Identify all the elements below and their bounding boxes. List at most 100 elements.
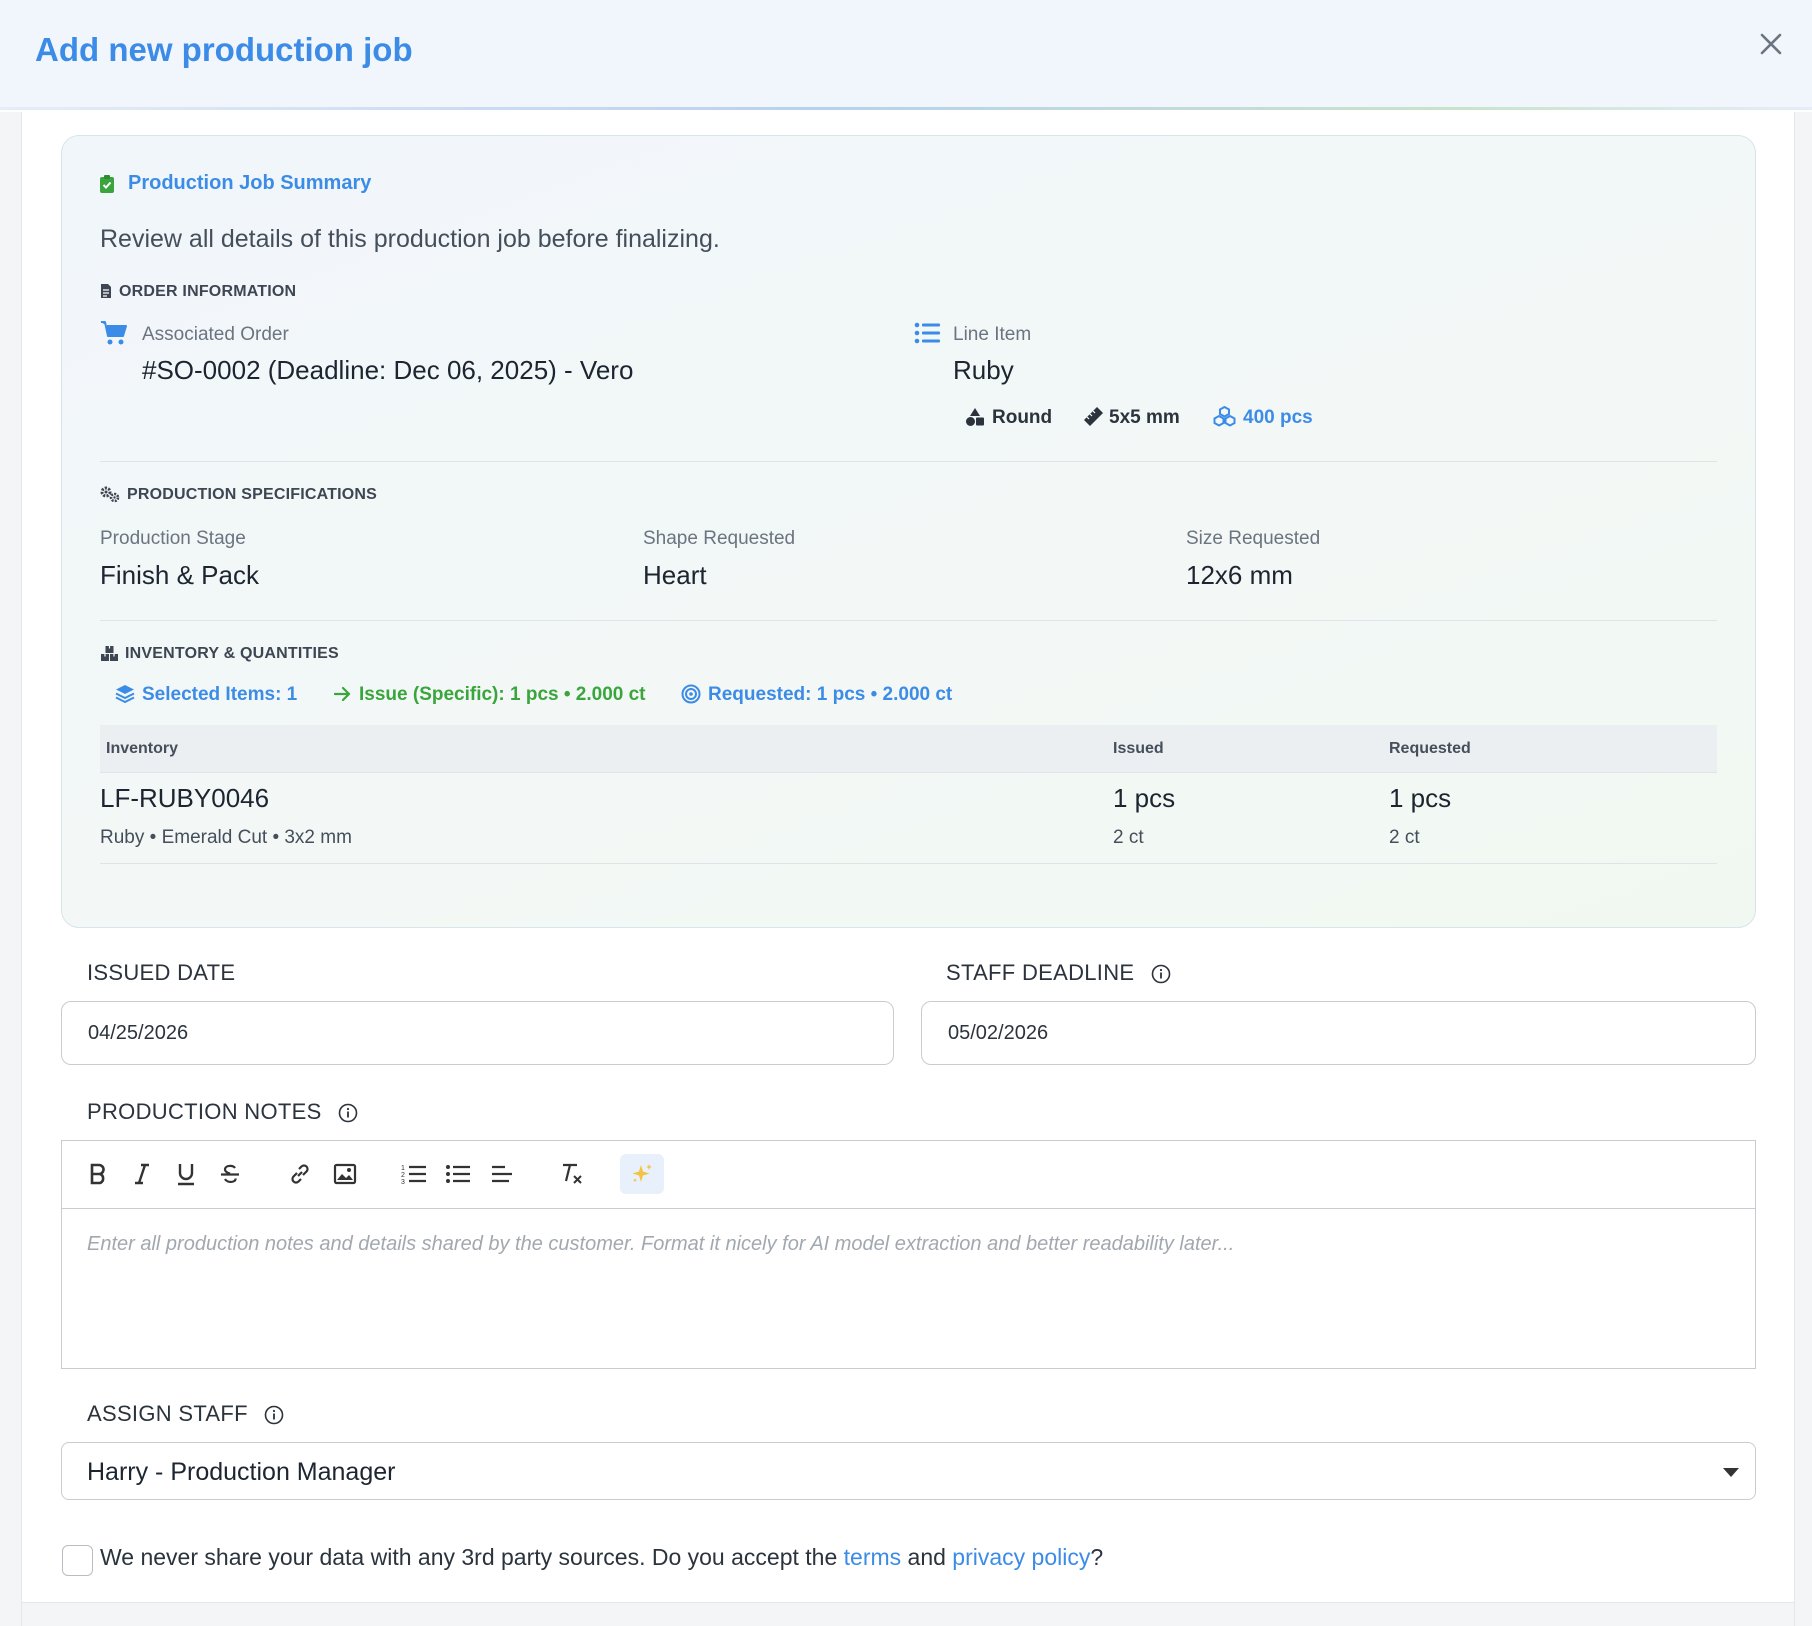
boxes-icon [101, 646, 118, 661]
ruler-icon [1084, 407, 1103, 426]
caret-down-icon [1723, 1468, 1739, 1477]
gears-icon [100, 486, 120, 503]
table-row-divider [100, 863, 1717, 864]
svg-text:1: 1 [401, 1165, 405, 1172]
align-left-icon [492, 1165, 512, 1183]
selected-items-count: Selected Items: 1 [142, 684, 298, 705]
arrow-right-icon [334, 686, 351, 702]
modal-header: Add new production job [0, 0, 1812, 110]
consent-checkbox[interactable] [62, 1545, 93, 1576]
production-notes-label: PRODUCTION NOTES [87, 1099, 358, 1125]
info-icon[interactable] [1151, 964, 1171, 984]
consent-text-and: and [901, 1544, 953, 1570]
scroll-gutter-left [0, 112, 22, 1626]
close-icon [1760, 33, 1782, 55]
link-icon [291, 1164, 309, 1184]
inventory-table-header [100, 725, 1717, 773]
shape-requested-value: Heart [643, 560, 707, 590]
column-header-inventory: Inventory [106, 740, 179, 757]
link-button[interactable] [282, 1155, 318, 1193]
production-specifications-heading: PRODUCTION SPECIFICATIONS [127, 486, 378, 503]
issued-date-label-text: ISSUED DATE [87, 960, 236, 985]
line-item-shape: Round [992, 407, 1053, 428]
close-button[interactable] [1755, 28, 1787, 60]
issued-date-label: ISSUED DATE [87, 960, 235, 986]
bullet-list-button[interactable] [440, 1155, 476, 1193]
privacy-policy-link[interactable]: privacy policy [952, 1544, 1090, 1570]
column-header-issued: Issued [1113, 740, 1164, 757]
notes-placeholder: Enter all production notes and details s… [87, 1233, 1235, 1255]
image-icon [333, 1163, 357, 1185]
cubes-icon [1213, 406, 1236, 427]
strikethrough-button[interactable] [212, 1155, 248, 1193]
line-item-size: 5x5 mm [1109, 407, 1180, 428]
associated-order-value: #SO-0002 (Deadline: Dec 06, 2025) - Vero [142, 355, 634, 385]
italic-button[interactable] [124, 1155, 160, 1193]
line-item-label: Line Item [953, 324, 1032, 345]
issued-date-input[interactable] [61, 1001, 894, 1065]
staff-deadline-input[interactable] [921, 1001, 1756, 1065]
clipboard-check-icon [100, 175, 114, 193]
underline-button[interactable] [168, 1155, 204, 1193]
staff-deadline-label: STAFF DEADLINE [946, 960, 1171, 986]
image-button[interactable] [327, 1155, 363, 1193]
inventory-quantities-heading: INVENTORY & QUANTITIES [125, 645, 339, 662]
modal-footer-edge [22, 1602, 1794, 1626]
header-accent-line [0, 107, 1812, 110]
svg-text:3: 3 [401, 1179, 405, 1185]
clear-format-icon [563, 1163, 582, 1184]
strikethrough-icon [221, 1164, 239, 1184]
info-icon[interactable] [264, 1405, 284, 1425]
summary-description: Review all details of this production jo… [100, 225, 720, 253]
divider [100, 620, 1717, 621]
bold-button[interactable] [80, 1155, 116, 1193]
modal-title: Add new production job [35, 31, 413, 68]
sparkles-icon [632, 1164, 652, 1183]
requested-pcs: 1 pcs [1389, 783, 1452, 813]
target-icon [681, 684, 701, 704]
cart-icon [101, 321, 127, 345]
clear-formatting-button[interactable] [554, 1155, 590, 1193]
production-notes-label-text: PRODUCTION NOTES [87, 1099, 322, 1124]
order-information-heading: ORDER INFORMATION [119, 283, 297, 300]
production-stage-label: Production Stage [100, 528, 246, 549]
bullet-list-icon [446, 1165, 470, 1183]
assign-staff-label-text: ASSIGN STAFF [87, 1401, 248, 1426]
associated-order-label: Associated Order [142, 324, 289, 345]
assign-staff-select[interactable]: Harry - Production Manager [61, 1442, 1756, 1500]
align-button[interactable] [484, 1155, 520, 1193]
bold-icon [90, 1163, 105, 1185]
production-notes-editor[interactable]: 123 Enter all production notes and detai… [61, 1140, 1756, 1369]
ordered-list-icon: 123 [401, 1165, 426, 1185]
size-requested-label: Size Requested [1186, 528, 1321, 549]
layers-icon [115, 685, 135, 704]
info-icon[interactable] [338, 1103, 358, 1123]
assign-staff-value: Harry - Production Manager [87, 1458, 396, 1486]
divider [100, 461, 1717, 462]
assign-staff-label: ASSIGN STAFF [87, 1401, 284, 1427]
issue-specific-summary: Issue (Specific): 1 pcs • 2.000 ct [359, 684, 646, 705]
shape-requested-label: Shape Requested [643, 528, 796, 549]
size-requested-value: 12x6 mm [1186, 560, 1293, 590]
ai-format-button[interactable] [620, 1154, 664, 1194]
line-item-value: Ruby [953, 355, 1014, 385]
issued-pcs: 1 pcs [1113, 783, 1176, 813]
summary-title: Production Job Summary [128, 172, 372, 194]
ordered-list-button[interactable]: 123 [396, 1155, 432, 1193]
shapes-icon [966, 408, 984, 426]
document-icon [101, 284, 111, 298]
column-header-requested: Requested [1389, 740, 1471, 757]
scroll-gutter-right [1794, 112, 1812, 1626]
staff-deadline-label-text: STAFF DEADLINE [946, 960, 1135, 985]
consent-text-end: ? [1090, 1544, 1104, 1570]
issued-ct: 2 ct [1113, 827, 1144, 848]
svg-text:2: 2 [401, 1172, 405, 1179]
italic-icon [135, 1163, 149, 1185]
terms-link[interactable]: terms [844, 1544, 902, 1570]
line-item-quantity: 400 pcs [1243, 407, 1313, 428]
consent-text: We never share your data with any 3rd pa… [100, 1544, 1103, 1571]
inventory-code: LF-RUBY0046 [100, 783, 270, 813]
list-icon [914, 322, 940, 344]
production-stage-value: Finish & Pack [100, 560, 259, 590]
requested-summary: Requested: 1 pcs • 2.000 ct [708, 684, 953, 705]
